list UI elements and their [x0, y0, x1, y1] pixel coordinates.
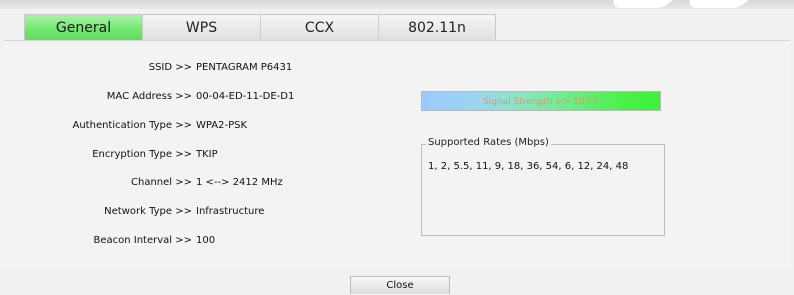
- signal-strength-bar: Signal Strength >> 100%: [421, 91, 661, 111]
- tab-general[interactable]: General: [25, 15, 143, 41]
- network-type-value: Infrastructure: [196, 206, 265, 217]
- channel-label: Channel >>: [131, 177, 192, 188]
- tab-bar: General WPS CCX 802.11n: [24, 14, 496, 41]
- beacon-interval-label: Beacon Interval >>: [93, 235, 192, 246]
- mac-row: MAC Address >> 00-04-ED-11-DE-D1: [0, 90, 420, 104]
- network-type-label: Network Type >>: [104, 206, 192, 217]
- supported-rates-legend: Supported Rates (Mbps): [426, 137, 551, 148]
- auth-label: Authentication Type >>: [72, 120, 193, 131]
- close-button[interactable]: Close: [350, 276, 450, 294]
- mac-value: 00-04-ED-11-DE-D1: [196, 91, 295, 102]
- encryption-label: Encryption Type >>: [92, 149, 192, 160]
- ssid-row: SSID >> PENTAGRAM P6431: [0, 61, 420, 75]
- channel-row: Channel >> 1 <--> 2412 MHz: [0, 176, 420, 190]
- tab-wps[interactable]: WPS: [143, 15, 261, 41]
- mac-label: MAC Address >>: [106, 91, 192, 102]
- decoration-arc: [608, 0, 676, 8]
- supported-rates-group: Supported Rates (Mbps) 1, 2, 5.5, 11, 9,…: [421, 137, 665, 236]
- auth-value: WPA2-PSK: [196, 120, 248, 131]
- tab-ccx[interactable]: CCX: [261, 15, 379, 41]
- encryption-row: Encryption Type >> TKIP: [0, 148, 420, 162]
- top-decoration: [0, 0, 794, 9]
- supported-rates-list: 1, 2, 5.5, 11, 9, 18, 36, 54, 6, 12, 24,…: [428, 161, 629, 172]
- ssid-label: SSID >>: [148, 62, 192, 73]
- beacon-interval-row: Beacon Interval >> 100: [0, 234, 420, 248]
- decoration-arc: [684, 0, 752, 8]
- beacon-interval-value: 100: [196, 235, 216, 246]
- ssid-value: PENTAGRAM P6431: [196, 62, 293, 73]
- channel-value: 1 <--> 2412 MHz: [196, 177, 283, 188]
- encryption-value: TKIP: [196, 149, 218, 160]
- auth-row: Authentication Type >> WPA2-PSK: [0, 119, 420, 133]
- network-type-row: Network Type >> Infrastructure: [0, 205, 420, 219]
- tab-80211n[interactable]: 802.11n: [379, 15, 495, 41]
